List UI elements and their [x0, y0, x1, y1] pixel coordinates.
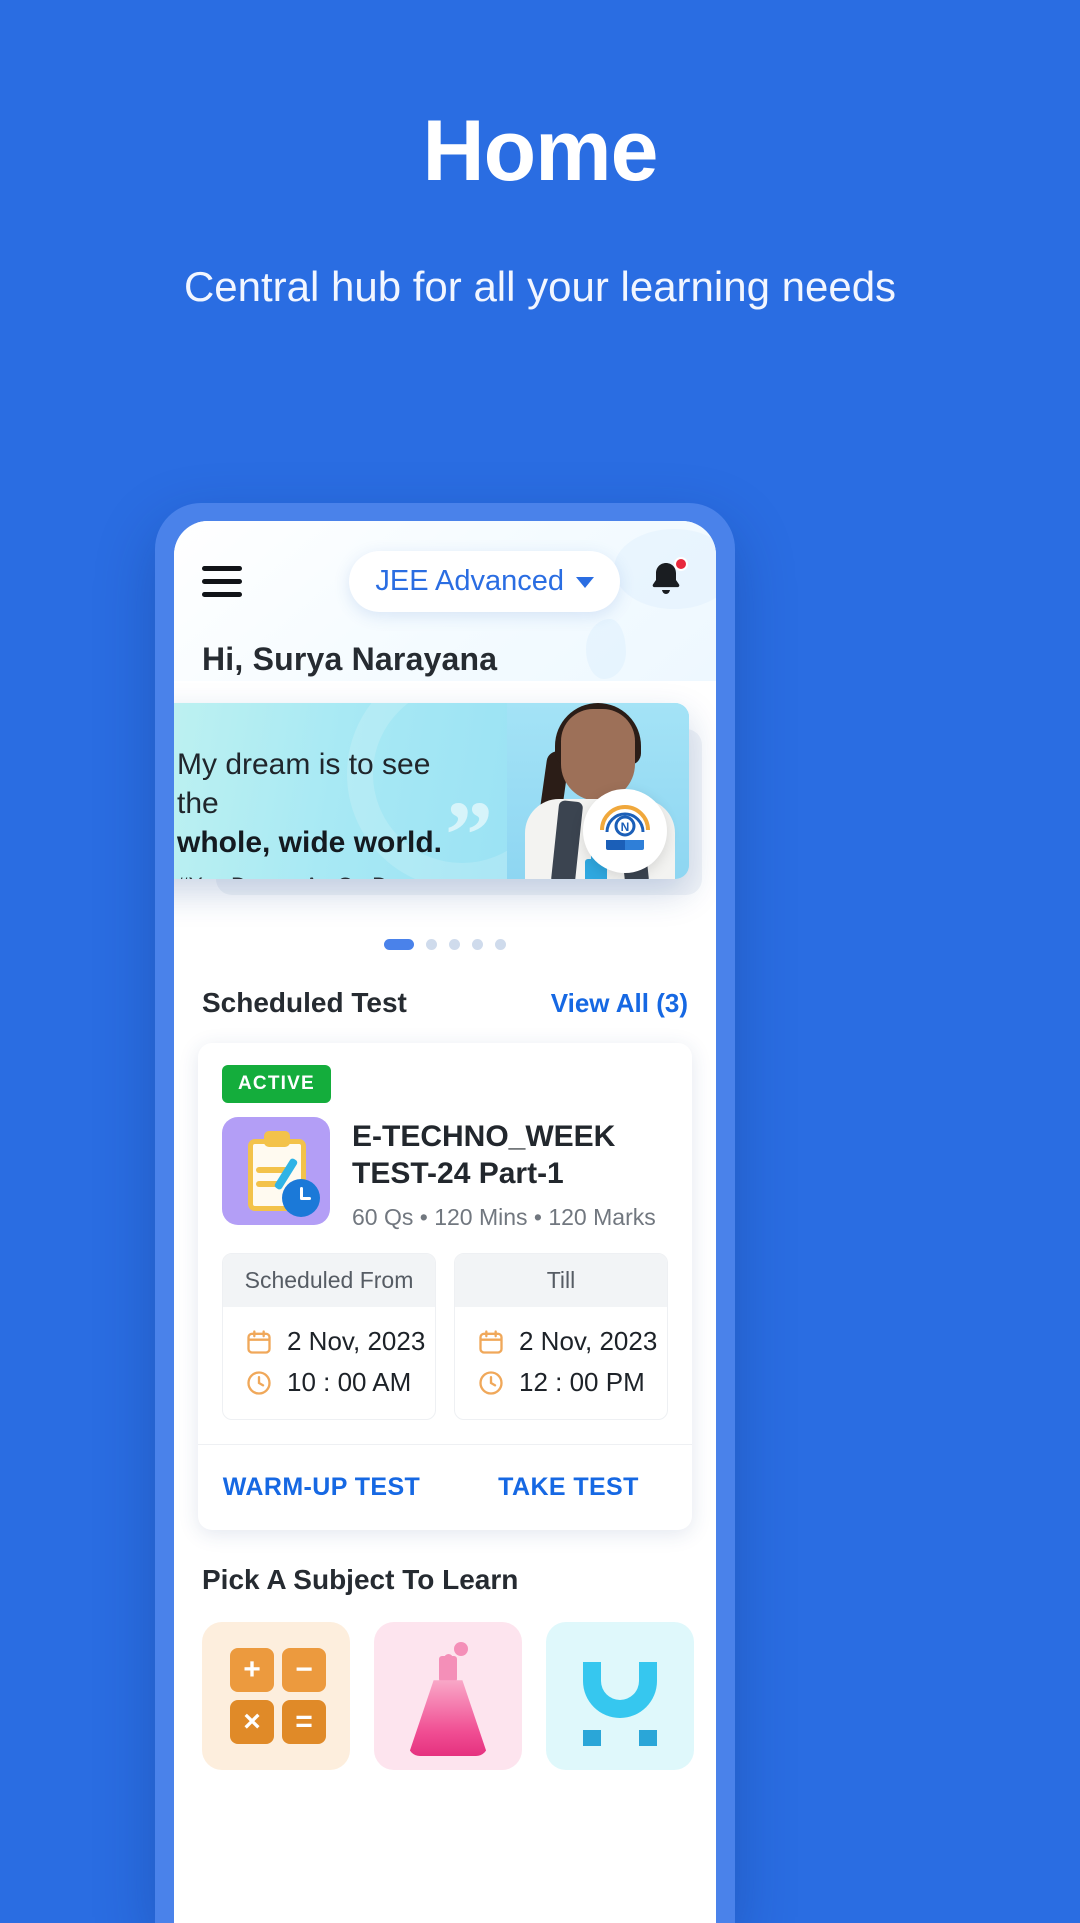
clock-badge-icon: [282, 1179, 320, 1217]
schedule-till-time: 12 : 00 PM: [519, 1367, 645, 1398]
scheduled-test-card[interactable]: ACTIVE E-TECHNO_WEEK TEST-24 Part-1 60 Q…: [198, 1043, 692, 1531]
quote-banner-card[interactable]: “ ” My dream is to see the whole, wide w…: [174, 703, 689, 879]
test-info: E-TECHNO_WEEK TEST-24 Part-1 60 Qs • 120…: [352, 1117, 668, 1231]
flask-body: [408, 1680, 488, 1757]
phone-mockup: JEE Advanced Hi, Surya Narayana “: [155, 503, 735, 1923]
banner-carousel: “ ” My dream is to see the whole, wide w…: [174, 681, 716, 921]
test-title: E-TECHNO_WEEK TEST-24 Part-1: [352, 1120, 616, 1190]
user-greeting: Hi, Surya Narayana: [202, 641, 498, 677]
app-bar: JEE Advanced: [174, 521, 716, 641]
schedule-till-box: Till 2 Nov, 2023 12: 00 PM: [454, 1253, 668, 1421]
promo-subtitle: Central hub for all your learning needs: [183, 263, 897, 310]
carousel-dot[interactable]: [472, 938, 483, 950]
schedule-time-line: 12 : 00 PM: [455, 1362, 667, 1403]
carousel-dots: [174, 921, 716, 961]
calculator-icon: + − × =: [230, 1648, 326, 1745]
subjects-row: + − × =: [174, 1596, 716, 1771]
promo-header: Home Central hub for all your learning n…: [0, 0, 1080, 319]
clock-icon: [247, 1371, 271, 1395]
magnet-pole: [639, 1730, 657, 1747]
magnet-horseshoe: [583, 1662, 657, 1719]
quote-text-block: My dream is to see the whole, wide world…: [177, 745, 477, 879]
test-card-actions: WARM-UP TEST TAKE TEST: [198, 1444, 692, 1530]
test-card-main: E-TECHNO_WEEK TEST-24 Part-1 60 Qs • 120…: [198, 1103, 692, 1231]
subjects-section-title: Pick A Subject To Learn: [202, 1564, 519, 1596]
schedule-from-body: 2 Nov, 2023 10 : 00 AM: [223, 1307, 435, 1419]
schedule-from-header: Scheduled From: [223, 1254, 435, 1308]
chevron-down-icon: [576, 577, 594, 588]
hamburger-line: [202, 565, 242, 571]
carousel-dot[interactable]: [384, 938, 414, 950]
calc-key-minus: −: [282, 1648, 326, 1693]
flask-neck: [439, 1656, 457, 1683]
notification-unread-dot: [674, 557, 688, 571]
schedule-from-date: 2 Nov, 2023: [287, 1326, 426, 1357]
schedule-row: Scheduled From 2 Nov, 2023 10: 00 AM Ti…: [198, 1231, 692, 1444]
quote-line-2: whole, wide world.: [177, 826, 443, 859]
magnet-pole: [583, 1730, 601, 1747]
hamburger-line: [202, 591, 242, 597]
logo-mark: N: [600, 805, 650, 850]
carousel-dot[interactable]: [495, 938, 506, 950]
notification-bell-button[interactable]: [646, 557, 688, 603]
page-title: Home: [422, 103, 659, 199]
view-all-link[interactable]: View All (3): [551, 988, 688, 1019]
clipboard-clip: [264, 1131, 290, 1147]
flask-bubble: [454, 1642, 468, 1657]
calendar-icon: [479, 1330, 503, 1354]
schedule-date-line: 2 Nov, 2023: [223, 1321, 435, 1362]
schedule-from-box: Scheduled From 2 Nov, 2023 10: 00 AM: [222, 1253, 436, 1421]
schedule-till-date: 2 Nov, 2023: [519, 1326, 658, 1357]
schedule-date-line: 2 Nov, 2023: [455, 1321, 667, 1362]
warm-up-test-button[interactable]: WARM-UP TEST: [198, 1445, 445, 1530]
clock-icon: [479, 1371, 503, 1395]
calc-key-times: ×: [230, 1700, 274, 1745]
course-selector-dropdown[interactable]: JEE Advanced: [349, 550, 620, 612]
subject-tile-maths[interactable]: + − × =: [202, 1622, 350, 1771]
status-badge: ACTIVE: [222, 1065, 331, 1103]
course-selector-label: JEE Advanced: [375, 564, 564, 597]
phone-screen: JEE Advanced Hi, Surya Narayana “: [174, 521, 716, 1923]
photo-face: [561, 709, 635, 801]
take-test-button[interactable]: TAKE TEST: [445, 1445, 692, 1530]
section-title: Scheduled Test: [202, 987, 407, 1018]
subject-tile-physics[interactable]: [546, 1622, 694, 1771]
quote-line-1: My dream is to see the: [177, 748, 431, 820]
quote-hashtag: #YourDreamsAreOurDreams: [177, 874, 477, 879]
schedule-time-line: 10 : 00 AM: [223, 1362, 435, 1403]
carousel-dot[interactable]: [426, 938, 437, 950]
schedule-from-time: 10 : 00 AM: [287, 1367, 412, 1398]
calc-key-plus: +: [230, 1648, 274, 1693]
app-top-area: JEE Advanced Hi, Surya Narayana: [174, 521, 716, 681]
svg-text:N: N: [621, 820, 630, 834]
schedule-till-header: Till: [455, 1254, 667, 1308]
test-meta: 60 Qs • 120 Mins • 120 Marks: [352, 1204, 656, 1231]
hamburger-menu-icon[interactable]: [202, 565, 242, 597]
carousel-dot[interactable]: [449, 938, 460, 950]
magnet-icon: [583, 1662, 657, 1747]
calendar-icon: [247, 1330, 271, 1354]
test-clipboard-clock-icon: [222, 1117, 330, 1225]
subject-tile-chemistry[interactable]: [374, 1622, 522, 1771]
narayana-logo-icon: N: [583, 789, 667, 873]
hamburger-line: [202, 578, 242, 584]
calc-key-equals: =: [282, 1700, 326, 1745]
schedule-till-body: 2 Nov, 2023 12 : 00 PM: [455, 1307, 667, 1419]
scheduled-test-section-header: Scheduled Test View All (3): [174, 961, 716, 1019]
